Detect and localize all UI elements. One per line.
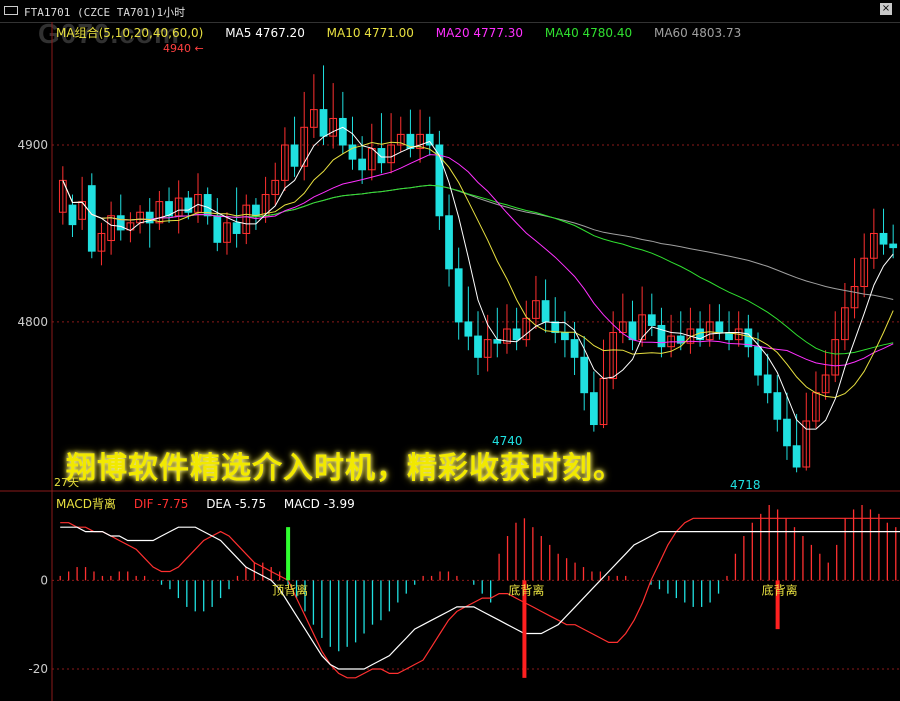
candle-body: [589, 392, 598, 426]
price-macd-chart: 480049000-204940 ←4740471827天顶背离 底背离 底背离: [0, 22, 900, 701]
macd-legend-dif: DIF -7.75: [133, 497, 189, 511]
promo-banner: 翔博软件精选介入时机，精彩收获时刻。: [66, 451, 624, 486]
candle-body: [763, 374, 772, 394]
candle-body: [454, 268, 463, 323]
macd-tick-label: -20: [28, 662, 48, 676]
candle-body: [773, 392, 782, 420]
candle-body: [580, 356, 589, 394]
macd-legend-macd: MACD -3.99: [283, 497, 355, 511]
candle-body: [464, 321, 473, 337]
divergence-label: 底背离: [762, 582, 798, 597]
candle-body: [512, 328, 521, 341]
macd-tick-label: 0: [40, 573, 48, 587]
candle-body: [252, 204, 260, 217]
candle-body: [445, 215, 453, 270]
macd-legend: MACD背离 DIF -7.75 DEA -5.75 MACD -3.99: [56, 495, 369, 512]
candle-body: [213, 215, 222, 243]
low-label-4718: 4718: [730, 478, 761, 492]
macd-legend-dea: DEA -5.75: [206, 497, 267, 511]
candle-body: [474, 335, 482, 358]
candle-body: [647, 314, 656, 326]
candle-body: [290, 144, 299, 167]
candle-body: [232, 222, 241, 234]
candle-body: [551, 321, 560, 334]
candle-body: [561, 332, 569, 341]
dif-line: [60, 517, 900, 679]
candle-body: [570, 339, 579, 358]
candle-body: [68, 204, 77, 226]
candle-body: [754, 346, 762, 376]
candle-body: [87, 185, 96, 252]
candle-body: [628, 321, 637, 341]
candle-body: [319, 109, 328, 137]
divergence-label: 底背离: [508, 582, 544, 597]
candle-body: [889, 243, 898, 249]
candle-body: [377, 148, 386, 164]
price-tick-label: 4800: [17, 315, 48, 329]
candle-body: [879, 232, 888, 245]
candle-body: [338, 117, 347, 146]
candle-body: [425, 133, 434, 146]
divergence-label: 顶背离: [272, 582, 308, 597]
candle-body: [792, 445, 801, 468]
dea-line: [60, 526, 900, 670]
high-marker-label: 4940 ←: [163, 42, 204, 55]
price-tick-label: 4900: [17, 138, 48, 152]
candle-body: [541, 300, 550, 323]
macd-legend-title: MACD背离: [56, 497, 116, 511]
candle-body: [358, 158, 367, 171]
candle-body: [783, 418, 791, 447]
candle-body: [715, 321, 724, 334]
